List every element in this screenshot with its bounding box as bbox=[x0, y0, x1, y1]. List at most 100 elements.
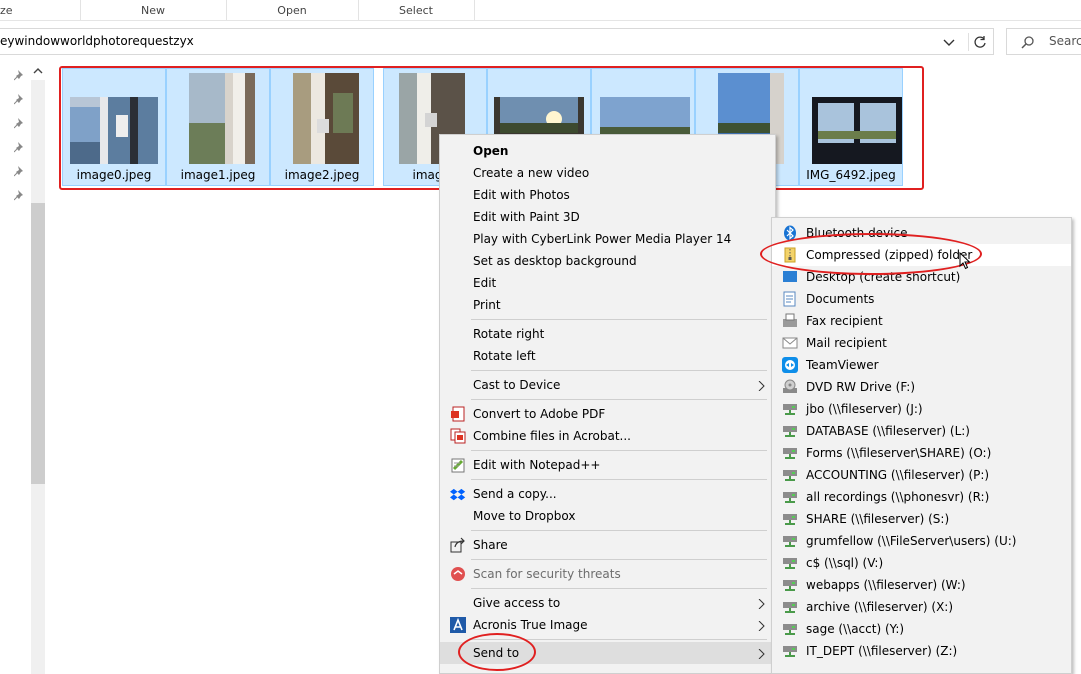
menu-item-cast-to-device[interactable]: Cast to Device bbox=[440, 374, 775, 396]
pin-icon bbox=[13, 141, 26, 153]
menu-item-rotate-right[interactable]: Rotate right bbox=[440, 323, 775, 345]
network-drive-icon bbox=[782, 401, 798, 417]
network-drive-icon bbox=[782, 599, 798, 615]
network-drive-icon bbox=[782, 445, 798, 461]
pin-icon bbox=[13, 93, 26, 105]
menu-item-label: Move to Dropbox bbox=[473, 509, 576, 523]
notepad-plus-plus-icon bbox=[450, 457, 466, 473]
mcafee-icon bbox=[450, 566, 466, 582]
address-bar[interactable]: eywindowworldphotorequestzyx bbox=[0, 28, 994, 55]
menu-item-label: Rotate right bbox=[473, 327, 545, 341]
menu-item-label: c$ (\\sql) (V:) bbox=[806, 556, 884, 570]
menu-item-label: webapps (\\fileserver) (W:) bbox=[806, 578, 966, 592]
sendto-drive-x[interactable]: archive (\\fileserver) (X:) bbox=[772, 596, 1071, 618]
menu-item-label: Cast to Device bbox=[473, 378, 561, 392]
search-box[interactable]: Search bbox=[1006, 28, 1081, 55]
ribbon: ze New Open Select bbox=[0, 0, 1081, 21]
sendto-teamviewer[interactable]: TeamViewer bbox=[772, 354, 1071, 376]
menu-item-move-dropbox[interactable]: Move to Dropbox bbox=[440, 505, 775, 527]
menu-item-label: DATABASE (\\fileserver) (L:) bbox=[806, 424, 970, 438]
sendto-mail[interactable]: Mail recipient bbox=[772, 332, 1071, 354]
menu-item-give-access[interactable]: Give access to bbox=[440, 592, 775, 614]
sendto-drive-y[interactable]: sage (\\acct) (Y:) bbox=[772, 618, 1071, 640]
menu-item-label: Give access to bbox=[473, 596, 561, 610]
refresh-icon[interactable] bbox=[968, 33, 991, 51]
search-icon bbox=[1021, 35, 1035, 52]
menu-separator bbox=[471, 370, 767, 371]
menu-item-label: Combine files in Acrobat... bbox=[473, 429, 631, 443]
sendto-fax[interactable]: Fax recipient bbox=[772, 310, 1071, 332]
menu-item-label: Acronis True Image bbox=[473, 618, 588, 632]
documents-icon bbox=[782, 291, 798, 307]
network-drive-icon bbox=[782, 533, 798, 549]
menu-separator bbox=[471, 479, 767, 480]
fax-icon bbox=[782, 313, 798, 329]
desktop-icon bbox=[782, 269, 798, 285]
menu-item-label: DVD RW Drive (F:) bbox=[806, 380, 916, 394]
chevron-down-icon[interactable] bbox=[940, 33, 958, 51]
menu-item-label: Documents bbox=[806, 292, 875, 306]
menu-item-label: grumfellow (\\FileServer\users) (U:) bbox=[806, 534, 1017, 548]
menu-item-convert-pdf[interactable]: Convert to Adobe PDF bbox=[440, 403, 775, 425]
sendto-drive-o[interactable]: Forms (\\fileserver\SHARE) (O:) bbox=[772, 442, 1071, 464]
menu-item-notepadpp[interactable]: Edit with Notepad++ bbox=[440, 454, 775, 476]
chevron-right-icon bbox=[758, 620, 766, 632]
menu-item-edit-photos[interactable]: Edit with Photos bbox=[440, 184, 775, 206]
sendto-documents[interactable]: Documents bbox=[772, 288, 1071, 310]
menu-item-edit[interactable]: Edit bbox=[440, 272, 775, 294]
menu-item-edit-paint3d[interactable]: Edit with Paint 3D bbox=[440, 206, 775, 228]
adobe-pdf-icon bbox=[450, 406, 466, 422]
address-path[interactable]: eywindowworldphotorequestzyx bbox=[0, 34, 194, 48]
menu-item-play-cyberlink[interactable]: Play with CyberLink Power Media Player 1… bbox=[440, 228, 775, 250]
menu-item-set-background[interactable]: Set as desktop background bbox=[440, 250, 775, 272]
menu-item-send-copy[interactable]: Send a copy... bbox=[440, 483, 775, 505]
menu-separator bbox=[471, 588, 767, 589]
network-drive-icon bbox=[782, 577, 798, 593]
pin-icon bbox=[13, 117, 26, 129]
menu-separator bbox=[471, 530, 767, 531]
pin-icon bbox=[13, 165, 26, 177]
sendto-dvd-drive[interactable]: DVD RW Drive (F:) bbox=[772, 376, 1071, 398]
sendto-drive-w[interactable]: webapps (\\fileserver) (W:) bbox=[772, 574, 1071, 596]
menu-item-scan-threats[interactable]: Scan for security threats bbox=[440, 563, 775, 585]
sendto-drive-z[interactable]: IT_DEPT (\\fileserver) (Z:) bbox=[772, 640, 1071, 662]
sendto-drive-u[interactable]: grumfellow (\\FileServer\users) (U:) bbox=[772, 530, 1071, 552]
scroll-up-icon[interactable] bbox=[31, 64, 45, 78]
ribbon-group-select: Select bbox=[358, 0, 475, 20]
menu-item-label: all recordings (\\phonesvr) (R:) bbox=[806, 490, 990, 504]
sendto-drive-v[interactable]: c$ (\\sql) (V:) bbox=[772, 552, 1071, 574]
teamviewer-icon bbox=[782, 357, 798, 373]
menu-item-label: Set as desktop background bbox=[473, 254, 637, 268]
menu-item-share[interactable]: Share bbox=[440, 534, 775, 556]
menu-item-print[interactable]: Print bbox=[440, 294, 775, 316]
network-drive-icon bbox=[782, 555, 798, 571]
sendto-drive-p[interactable]: ACCOUNTING (\\fileserver) (P:) bbox=[772, 464, 1071, 486]
ribbon-group-new: New bbox=[80, 0, 227, 20]
chevron-right-icon bbox=[758, 648, 766, 660]
menu-item-label: Forms (\\fileserver\SHARE) (O:) bbox=[806, 446, 992, 460]
menu-item-rotate-left[interactable]: Rotate left bbox=[440, 345, 775, 367]
acronis-icon bbox=[450, 617, 466, 633]
dvd-drive-icon bbox=[782, 379, 798, 395]
scrollbar-thumb[interactable] bbox=[31, 203, 45, 484]
network-drive-icon bbox=[782, 489, 798, 505]
ribbon-group-label: ze bbox=[0, 4, 13, 17]
menu-item-label: Play with CyberLink Power Media Player 1… bbox=[473, 232, 732, 246]
network-drive-icon bbox=[782, 643, 798, 659]
menu-item-combine-acrobat[interactable]: Combine files in Acrobat... bbox=[440, 425, 775, 447]
menu-item-label: Fax recipient bbox=[806, 314, 883, 328]
search-input[interactable]: Search bbox=[1049, 34, 1081, 48]
menu-item-open[interactable]: Open bbox=[440, 140, 775, 162]
sendto-drive-l[interactable]: DATABASE (\\fileserver) (L:) bbox=[772, 420, 1071, 442]
menu-item-create-video[interactable]: Create a new video bbox=[440, 162, 775, 184]
sendto-drive-j[interactable]: jbo (\\fileserver) (J:) bbox=[772, 398, 1071, 420]
ribbon-group-label: Open bbox=[277, 4, 307, 17]
menu-separator bbox=[471, 399, 767, 400]
menu-item-label: Scan for security threats bbox=[473, 567, 621, 581]
ribbon-group-label: New bbox=[141, 4, 165, 17]
menu-item-label: ACCOUNTING (\\fileserver) (P:) bbox=[806, 468, 990, 482]
sendto-drive-r[interactable]: all recordings (\\phonesvr) (R:) bbox=[772, 486, 1071, 508]
sendto-drive-s[interactable]: SHARE (\\fileserver) (S:) bbox=[772, 508, 1071, 530]
dropbox-icon bbox=[450, 486, 466, 502]
menu-separator bbox=[471, 450, 767, 451]
